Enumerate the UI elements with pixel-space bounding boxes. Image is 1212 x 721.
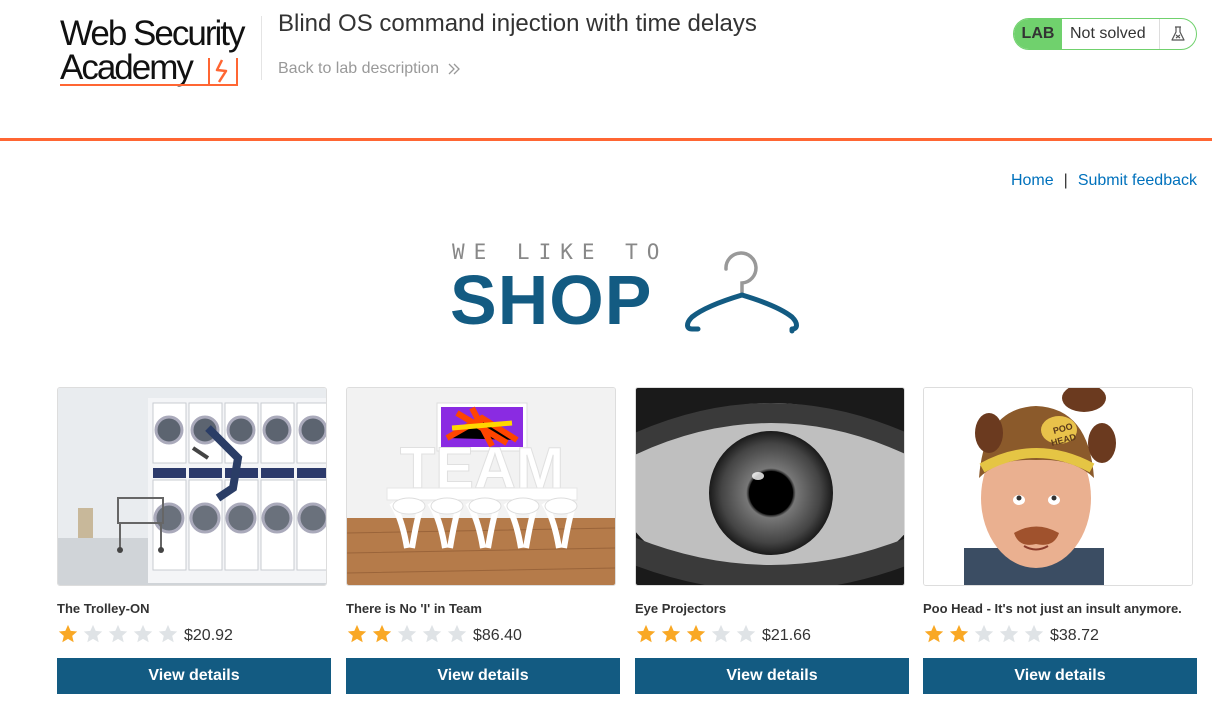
star-empty-icon (82, 623, 104, 645)
product-name: Eye Projectors (635, 601, 727, 616)
star-empty-icon (132, 623, 154, 645)
view-details-button[interactable]: View details (346, 658, 620, 694)
logo-text-line2: Academy (60, 48, 194, 87)
shop-banner: WE LIKE TO SHOP (450, 240, 806, 339)
product-name: The Trolley-ON (57, 601, 150, 616)
star-empty-icon (107, 623, 129, 645)
product-price: $21.66 (762, 627, 811, 644)
product-image[interactable] (635, 387, 905, 586)
product-rating-row: $86.40 (346, 623, 620, 645)
star-empty-icon (1023, 623, 1045, 645)
product-image[interactable]: POO HEAD (923, 387, 1193, 586)
top-nav: Home | Submit feedback (1011, 172, 1197, 190)
star-filled-icon (660, 623, 682, 645)
product-card: POO HEAD Poo Head - It's not just an ins… (923, 387, 1197, 694)
logo-mark-icon (208, 58, 238, 86)
view-details-button[interactable]: View details (57, 658, 331, 694)
header-divider (261, 16, 262, 80)
star-empty-icon (421, 623, 443, 645)
lab-status-widget: LAB Not solved (1013, 18, 1197, 50)
star-empty-icon (446, 623, 468, 645)
view-details-button[interactable]: View details (635, 658, 909, 694)
submit-feedback-link[interactable]: Submit feedback (1078, 172, 1197, 190)
product-card: The Trolley-ON $20.92 View details (57, 387, 331, 694)
product-card: TEAM There is No 'I' in Team $86.40 View… (346, 387, 620, 694)
product-rating-row: $21.66 (635, 623, 909, 645)
academy-header: Web Security Academy Blind OS command in… (0, 0, 1212, 141)
star-filled-icon (948, 623, 970, 645)
home-link[interactable]: Home (1011, 172, 1054, 190)
flask-icon (1160, 19, 1196, 49)
product-rating (346, 623, 468, 645)
lab-title: Blind OS command injection with time del… (278, 10, 757, 37)
back-link-label: Back to lab description (278, 60, 439, 77)
view-details-button[interactable]: View details (923, 658, 1197, 694)
product-rating (923, 623, 1045, 645)
product-price: $86.40 (473, 627, 522, 644)
product-rating-row: $38.72 (923, 623, 1197, 645)
lab-status-text: Not solved (1062, 19, 1160, 49)
product-image[interactable]: TEAM (346, 387, 616, 586)
product-rating (57, 623, 179, 645)
lab-status-label: LAB (1014, 19, 1062, 49)
product-name: There is No 'I' in Team (346, 601, 482, 616)
star-empty-icon (157, 623, 179, 645)
product-image[interactable] (57, 387, 327, 586)
product-rating (635, 623, 757, 645)
star-filled-icon (635, 623, 657, 645)
star-filled-icon (57, 623, 79, 645)
banner-title: SHOP (450, 261, 653, 339)
clothes-hanger-icon (685, 251, 799, 334)
star-empty-icon (998, 623, 1020, 645)
double-chevron-right-icon (448, 63, 460, 75)
back-to-lab-description-link[interactable]: Back to lab description (278, 60, 461, 78)
star-filled-icon (685, 623, 707, 645)
star-filled-icon (346, 623, 368, 645)
web-security-academy-logo[interactable]: Web Security Academy (58, 14, 258, 90)
star-filled-icon (923, 623, 945, 645)
star-empty-icon (973, 623, 995, 645)
product-price: $38.72 (1050, 627, 1099, 644)
star-empty-icon (396, 623, 418, 645)
star-empty-icon (710, 623, 732, 645)
star-filled-icon (371, 623, 393, 645)
nav-separator: | (1063, 172, 1068, 189)
product-name: Poo Head - It's not just an insult anymo… (923, 601, 1182, 616)
logo-underline (60, 84, 210, 86)
product-rating-row: $20.92 (57, 623, 331, 645)
product-price: $20.92 (184, 627, 233, 644)
star-empty-icon (735, 623, 757, 645)
product-card: Eye Projectors $21.66 View details (635, 387, 909, 694)
